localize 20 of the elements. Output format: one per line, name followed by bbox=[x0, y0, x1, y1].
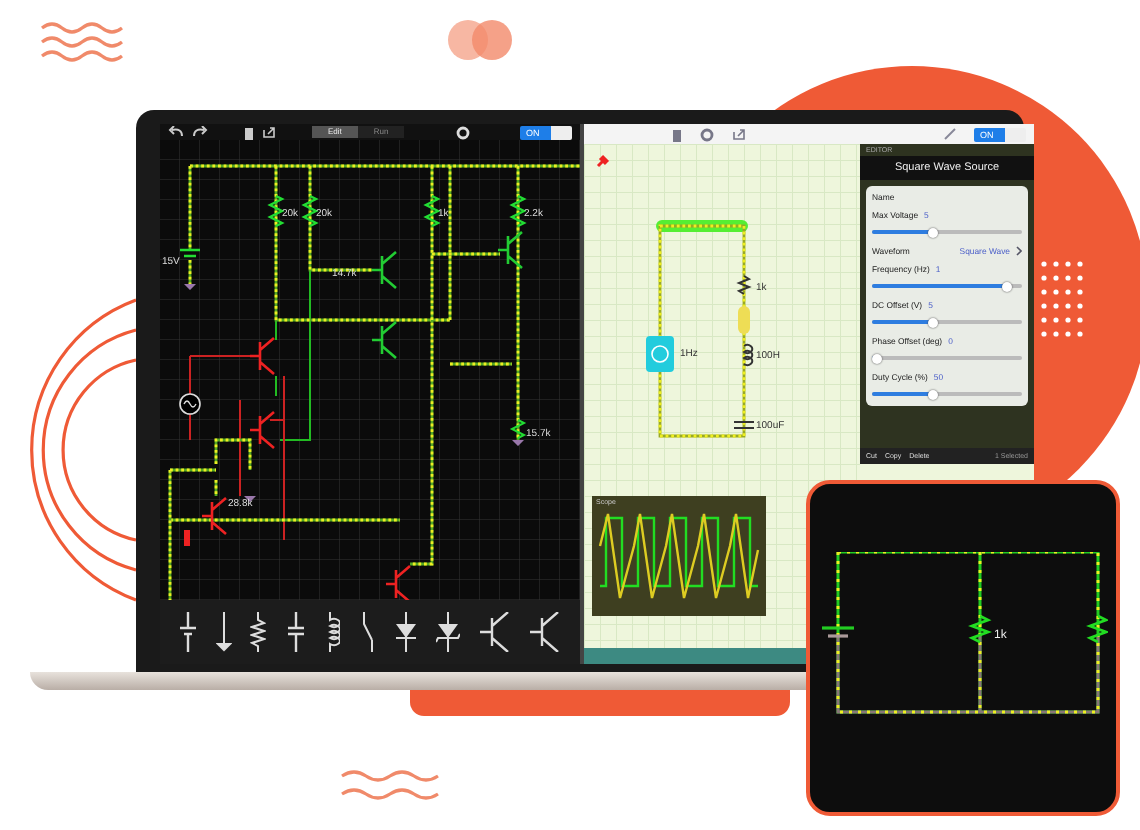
circles-drawing bbox=[446, 18, 514, 62]
undo-icon[interactable] bbox=[168, 126, 184, 138]
pin-icon[interactable] bbox=[596, 154, 610, 168]
chevron-icon bbox=[1016, 246, 1022, 256]
inductor-icon[interactable] bbox=[324, 612, 341, 652]
capacitor-icon[interactable] bbox=[285, 612, 306, 652]
zener-diode-icon[interactable] bbox=[436, 612, 461, 652]
diode-icon[interactable] bbox=[394, 612, 419, 652]
pnp-transistor-icon[interactable] bbox=[530, 612, 563, 652]
pencil-icon[interactable] bbox=[944, 128, 956, 140]
share-icon[interactable] bbox=[262, 126, 276, 138]
wavy-lines-drawing bbox=[40, 22, 124, 62]
battery-icon[interactable] bbox=[177, 612, 198, 652]
resistor-icon[interactable] bbox=[250, 612, 267, 652]
redo-icon[interactable] bbox=[192, 126, 208, 138]
npn-transistor-icon[interactable] bbox=[479, 612, 512, 652]
switch-icon[interactable] bbox=[359, 612, 376, 652]
trash-icon[interactable] bbox=[244, 125, 254, 139]
ground-icon[interactable] bbox=[216, 612, 233, 652]
wavy-lines-drawing bbox=[340, 768, 440, 804]
